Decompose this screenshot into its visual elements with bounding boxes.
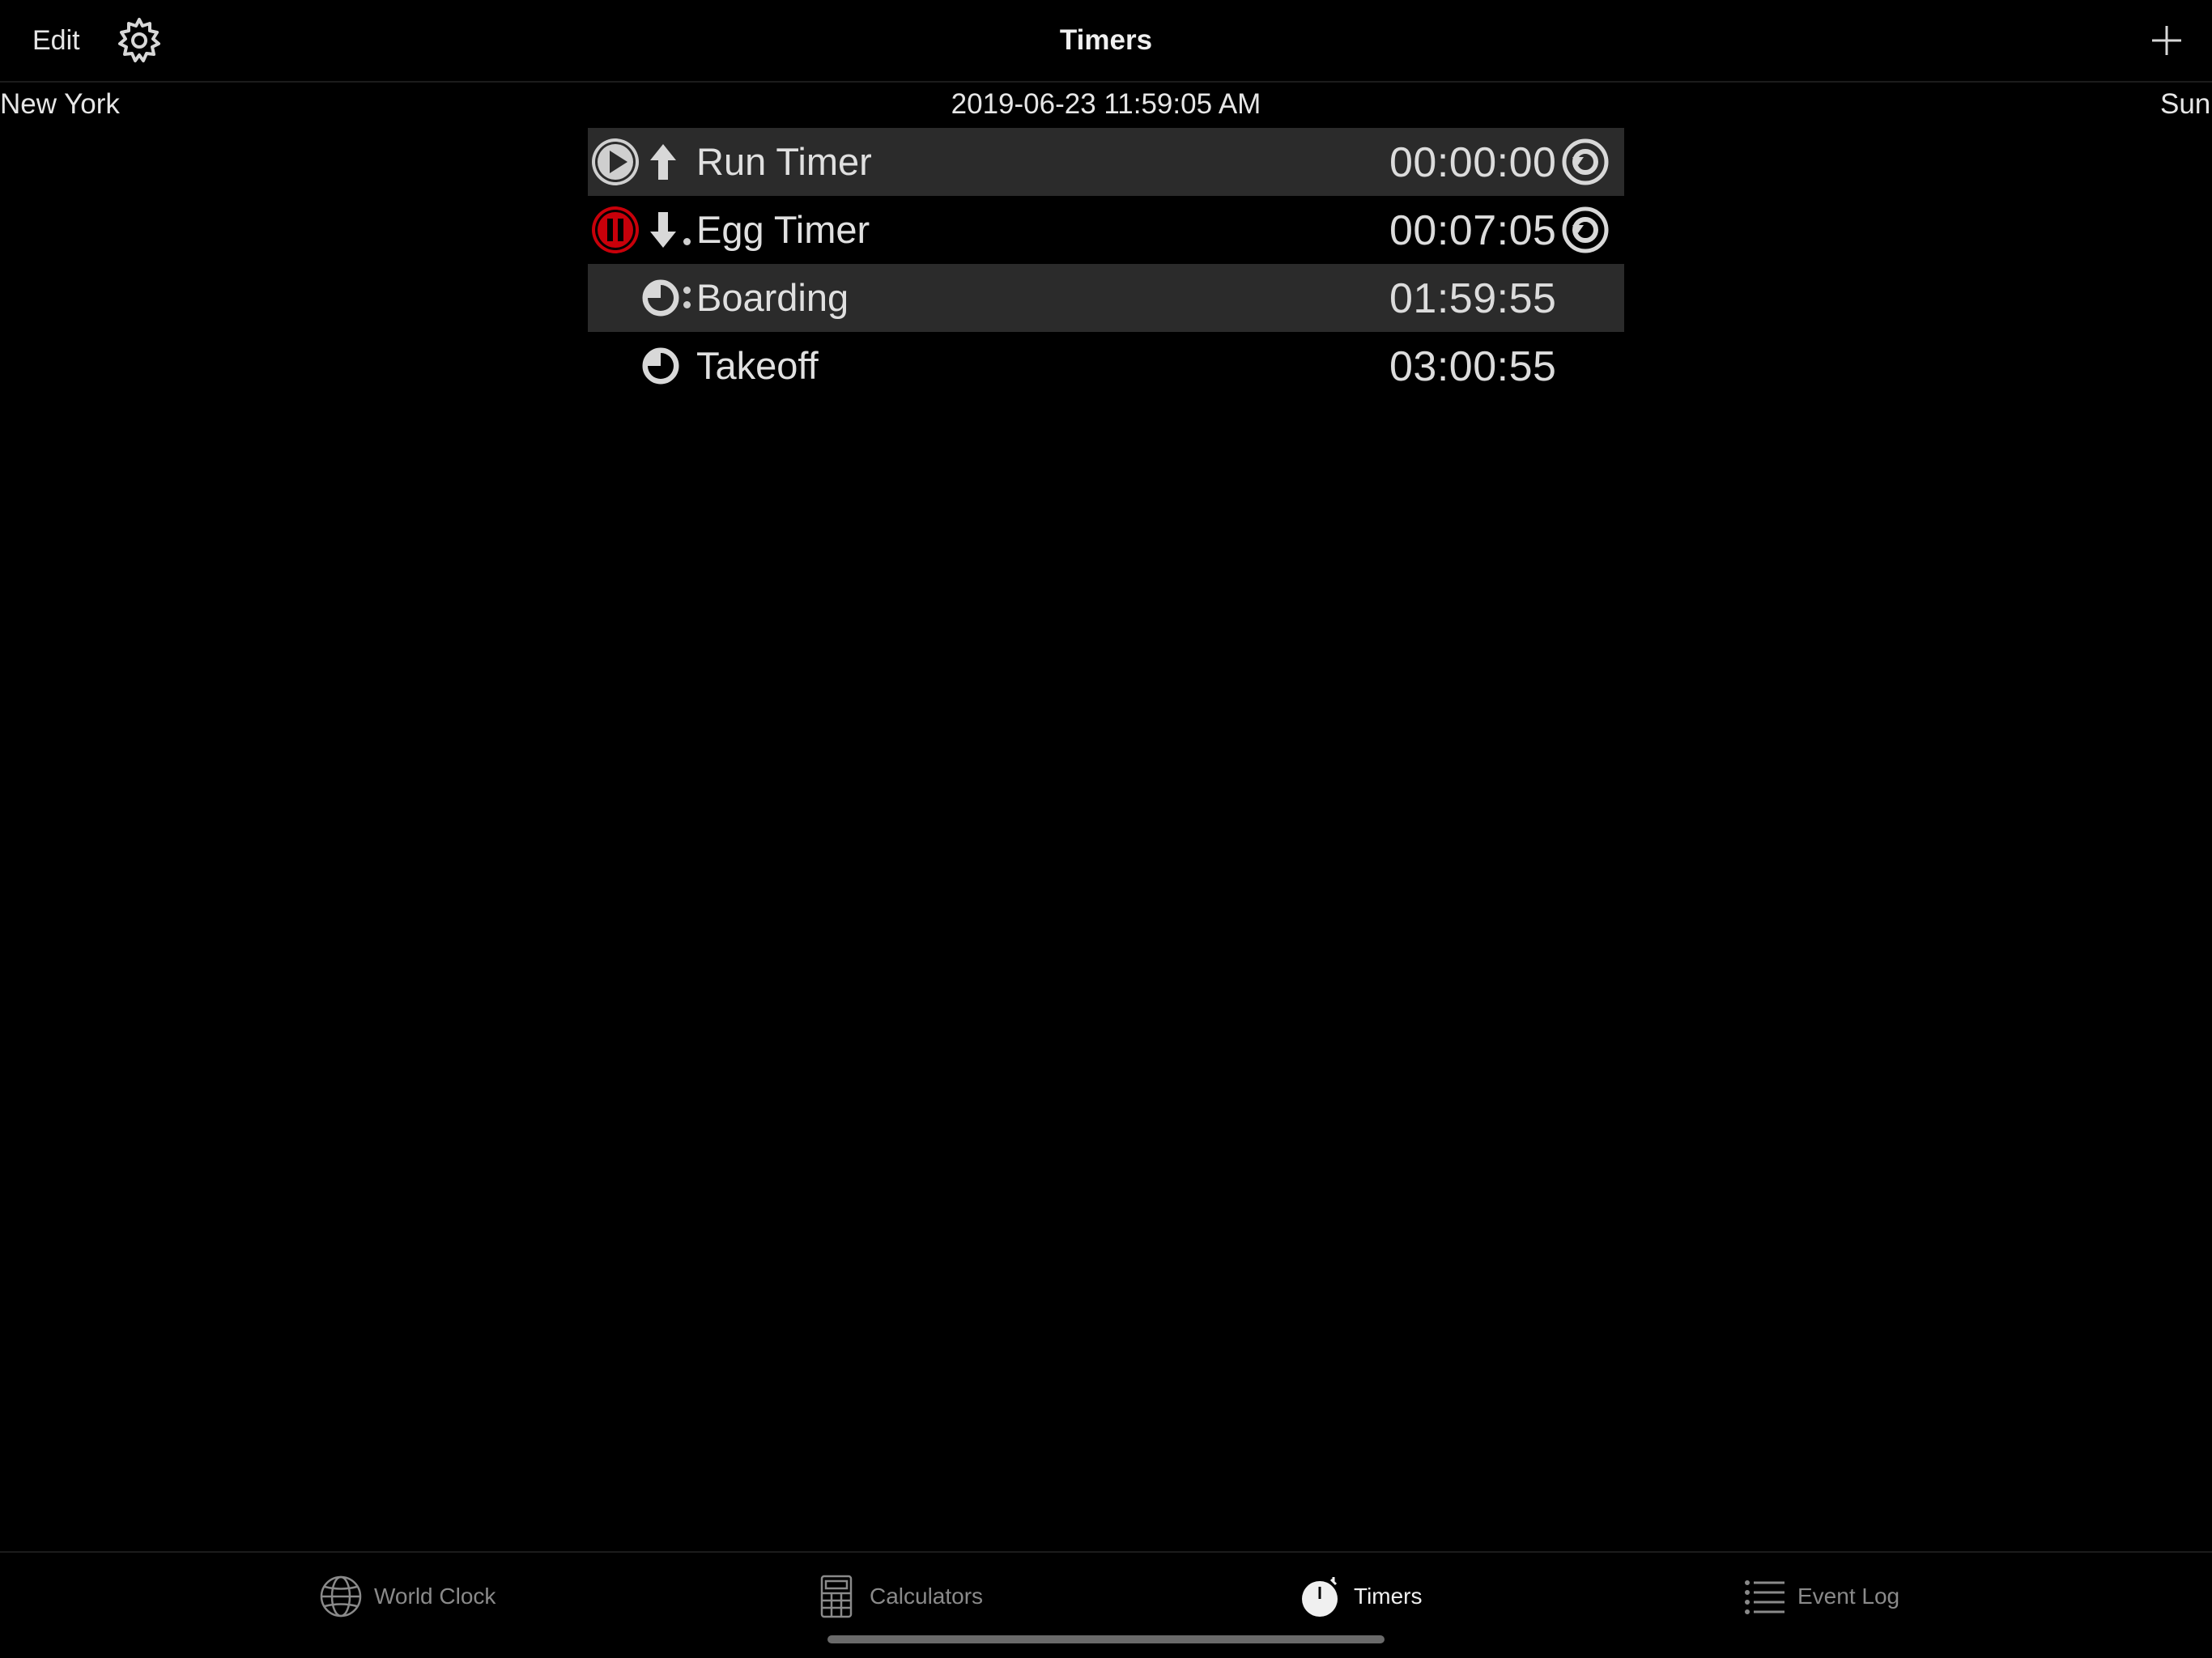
tab-label: World Clock xyxy=(374,1584,496,1609)
timer-row[interactable]: Boarding 01:59:55 xyxy=(588,264,1624,332)
tab-label: Calculators xyxy=(870,1584,984,1609)
timer-time: 01:59:55 xyxy=(1389,275,1557,322)
arrow-down-icon xyxy=(650,212,676,248)
tab-calculators[interactable]: Calculators xyxy=(815,1572,983,1621)
clock-icon xyxy=(642,347,679,385)
app-screen: Edit Timers New York 2019-06-23 11:59:05… xyxy=(0,0,2212,1658)
list-icon xyxy=(1745,1580,1784,1614)
tab-timers[interactable]: Timers xyxy=(1299,1572,1423,1621)
globe-icon xyxy=(320,1575,362,1618)
reset-icon[interactable] xyxy=(1561,138,1610,186)
reset-icon[interactable] xyxy=(1561,206,1610,254)
plus-icon[interactable] xyxy=(2144,18,2189,63)
timer-name: Boarding xyxy=(696,276,849,319)
timer-time: 00:07:05 xyxy=(1389,207,1557,254)
navigation-bar: Edit Timers xyxy=(0,0,2212,83)
tab-event-log[interactable]: Event Log xyxy=(1742,1572,1899,1621)
tab-world-clock[interactable]: World Clock xyxy=(319,1572,496,1621)
stopwatch-icon xyxy=(1302,1577,1338,1617)
pause-icon[interactable] xyxy=(591,206,640,254)
timer-time: 00:00:00 xyxy=(1389,139,1557,186)
timer-row[interactable]: Run Timer 00:00:00 xyxy=(588,128,1624,196)
day-label: Sun xyxy=(2160,88,2211,120)
status-dot xyxy=(683,301,691,308)
calculator-icon xyxy=(820,1575,853,1618)
play-icon[interactable] xyxy=(591,138,640,186)
tab-label: Event Log xyxy=(1797,1584,1900,1609)
current-datetime: 2019-06-23 11:59:05 AM xyxy=(951,88,1261,120)
timer-time: 03:00:55 xyxy=(1389,343,1557,390)
arrow-up-icon xyxy=(650,144,676,180)
timer-list: Run Timer 00:00:00 Egg Timer 00:07:05 Bo… xyxy=(588,128,1624,400)
page-title: Timers xyxy=(1059,24,1153,56)
timer-row[interactable]: Takeoff 03:00:55 xyxy=(588,332,1624,400)
timer-name: Run Timer xyxy=(696,140,872,183)
home-indicator[interactable] xyxy=(827,1635,1385,1643)
info-row: New York 2019-06-23 11:59:05 AM Sun xyxy=(0,83,2212,126)
status-dot xyxy=(683,238,691,245)
timer-row[interactable]: Egg Timer 00:07:05 xyxy=(588,196,1624,264)
status-dot xyxy=(683,287,691,294)
timer-name: Takeoff xyxy=(696,344,819,387)
clock-icon xyxy=(642,279,679,317)
timer-name: Egg Timer xyxy=(696,208,870,251)
tab-label: Timers xyxy=(1354,1584,1423,1609)
